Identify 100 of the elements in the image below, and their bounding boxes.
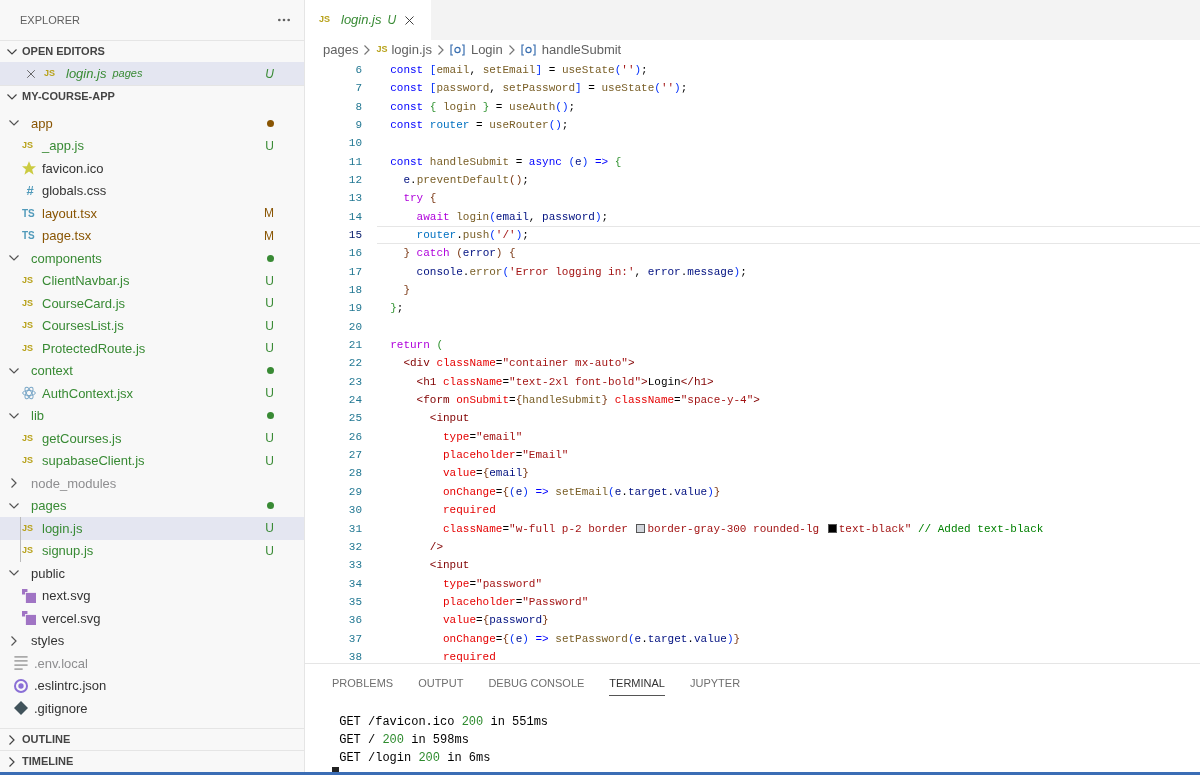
git-status: U bbox=[265, 542, 274, 560]
chevron-down-icon bbox=[9, 502, 19, 509]
chevron-down-icon bbox=[9, 255, 19, 262]
file-name: .env.local bbox=[34, 654, 88, 673]
file-name: .gitignore bbox=[34, 699, 88, 718]
line-number: 16 bbox=[347, 246, 362, 262]
file-row[interactable]: next.svg bbox=[0, 584, 304, 607]
file-name: login.js bbox=[42, 519, 83, 538]
chevron-down-icon bbox=[9, 120, 19, 127]
file-name: AuthContext.jsx bbox=[42, 384, 134, 403]
breadcrumb-item[interactable]: handleSubmit bbox=[520, 40, 622, 60]
code-line: <div className="container mx-auto"> bbox=[402, 356, 636, 372]
folder-row[interactable]: public bbox=[0, 562, 304, 585]
code-line: type="password" bbox=[442, 576, 544, 592]
folder-name: public bbox=[31, 564, 65, 583]
image-file-icon bbox=[22, 588, 36, 603]
panel-tab[interactable]: DEBUG CONSOLE bbox=[488, 668, 585, 696]
file-name: CoursesList.js bbox=[42, 317, 124, 335]
folder-row[interactable]: pages bbox=[0, 494, 304, 517]
line-number: 17 bbox=[347, 264, 362, 280]
code-line: } bbox=[402, 283, 411, 299]
code-line: className="w-full p-2 border border-gray-300 rounded-lg text-black" // Added text-black bbox=[442, 521, 1045, 537]
panel-tab[interactable]: TERMINAL bbox=[609, 668, 665, 696]
code-line: <input bbox=[428, 558, 471, 574]
breadcrumb-item[interactable]: JS login.js bbox=[376, 40, 432, 60]
editor-tab[interactable]: JS login.js U bbox=[305, 0, 432, 40]
folder-row[interactable]: styles bbox=[0, 629, 304, 652]
line-number: 11 bbox=[347, 154, 362, 170]
file-row[interactable]: JS supabaseClient.js U bbox=[0, 449, 304, 472]
line-number: 12 bbox=[347, 173, 362, 188]
open-editor-row[interactable]: JS login.js pages U bbox=[0, 62, 304, 85]
code-line: } catch (error) { bbox=[402, 246, 517, 262]
line-number: 13 bbox=[347, 191, 362, 207]
file-row[interactable]: favicon.ico bbox=[0, 157, 304, 180]
chevron-down-icon bbox=[9, 367, 19, 374]
code-line: return ( bbox=[389, 338, 445, 354]
line-number: 20 bbox=[347, 319, 362, 335]
file-row[interactable]: vercel.svg bbox=[0, 607, 304, 630]
folder-row[interactable]: app bbox=[0, 112, 304, 135]
line-number: 6 bbox=[354, 62, 362, 78]
file-name: supabaseClient.js bbox=[42, 452, 145, 470]
color-swatch[interactable] bbox=[636, 524, 646, 534]
file-row[interactable]: JS login.js U bbox=[0, 517, 304, 540]
file-row[interactable]: .gitignore bbox=[0, 697, 304, 720]
folder-row[interactable]: components bbox=[0, 247, 304, 270]
file-row[interactable]: JS _app.js U bbox=[0, 134, 304, 157]
file-folder: pages bbox=[112, 66, 143, 82]
folder-row[interactable]: lib bbox=[0, 404, 304, 427]
file-row[interactable]: JS CourseCard.js U bbox=[0, 292, 304, 315]
line-number: 33 bbox=[347, 558, 362, 574]
line-number: 28 bbox=[347, 466, 362, 482]
file-row[interactable]: JS getCourses.js U bbox=[0, 427, 304, 450]
file-row[interactable]: JS ClientNavbar.js U bbox=[0, 269, 304, 292]
file-row[interactable]: .eslintrc.json bbox=[0, 674, 304, 697]
folder-name: app bbox=[31, 114, 53, 133]
folder-row[interactable]: context bbox=[0, 359, 304, 382]
section-title: OPEN EDITORS bbox=[22, 44, 105, 60]
breadcrumb-item[interactable]: pages bbox=[323, 40, 359, 60]
file-name: .eslintrc.json bbox=[34, 677, 107, 695]
git-status: U bbox=[265, 272, 274, 290]
git-status: M bbox=[264, 205, 274, 223]
code-line: required bbox=[442, 649, 497, 663]
panel-tab[interactable]: OUTPUT bbox=[418, 668, 464, 696]
file-row[interactable]: TS layout.tsx M bbox=[0, 202, 304, 225]
git-status: U bbox=[265, 430, 274, 448]
line-number: 23 bbox=[347, 374, 362, 390]
panel-tab[interactable]: JUPYTER bbox=[689, 668, 741, 696]
js-file-icon: JS bbox=[44, 66, 60, 81]
file-name: getCourses.js bbox=[42, 429, 122, 448]
code-line: <h1 className="text-2xl font-bold">Login</h1> bbox=[415, 374, 715, 390]
code-line: const { login } = useAuth(); bbox=[389, 99, 577, 115]
ts-file-icon: TS bbox=[22, 228, 38, 244]
js-file-icon: JS bbox=[22, 296, 38, 310]
panel-tab[interactable]: PROBLEMS bbox=[332, 668, 394, 696]
folder-row[interactable]: node_modules bbox=[0, 472, 304, 495]
section-title: MY-COURSE-APP bbox=[22, 89, 115, 105]
file-row[interactable]: .env.local bbox=[0, 652, 304, 675]
git-status: U bbox=[265, 317, 274, 335]
breadcrumb-item[interactable]: Login bbox=[449, 40, 503, 60]
file-row[interactable]: AuthContext.jsx U bbox=[0, 382, 304, 405]
color-swatch[interactable] bbox=[827, 524, 837, 534]
chevron-right-icon bbox=[9, 734, 15, 745]
code-line: value={email} bbox=[442, 466, 530, 482]
line-number: 14 bbox=[347, 209, 362, 225]
file-row[interactable]: # globals.css bbox=[0, 179, 304, 202]
chevron-down-icon bbox=[7, 93, 17, 100]
file-row[interactable]: JS CoursesList.js U bbox=[0, 314, 304, 337]
file-row[interactable]: TS page.tsx M bbox=[0, 224, 304, 247]
code-line: onChange={(e) => setEmail(e.target.value)} bbox=[442, 484, 722, 500]
ts-file-icon: TS bbox=[22, 205, 38, 221]
file-row[interactable]: JS ProtectedRoute.js U bbox=[0, 337, 304, 360]
line-number: 35 bbox=[347, 594, 362, 610]
file-row[interactable]: JS signup.js U bbox=[0, 539, 304, 562]
line-number: 25 bbox=[347, 411, 362, 427]
terminal-line: GET / 200 in 598ms bbox=[338, 732, 470, 749]
code-line: router.push('/'); bbox=[377, 226, 1200, 245]
image-file-icon bbox=[22, 611, 36, 626]
js-file-icon: JS bbox=[22, 274, 38, 288]
code-line: placeholder="Password" bbox=[442, 594, 590, 610]
code-line: value={password} bbox=[442, 613, 550, 629]
